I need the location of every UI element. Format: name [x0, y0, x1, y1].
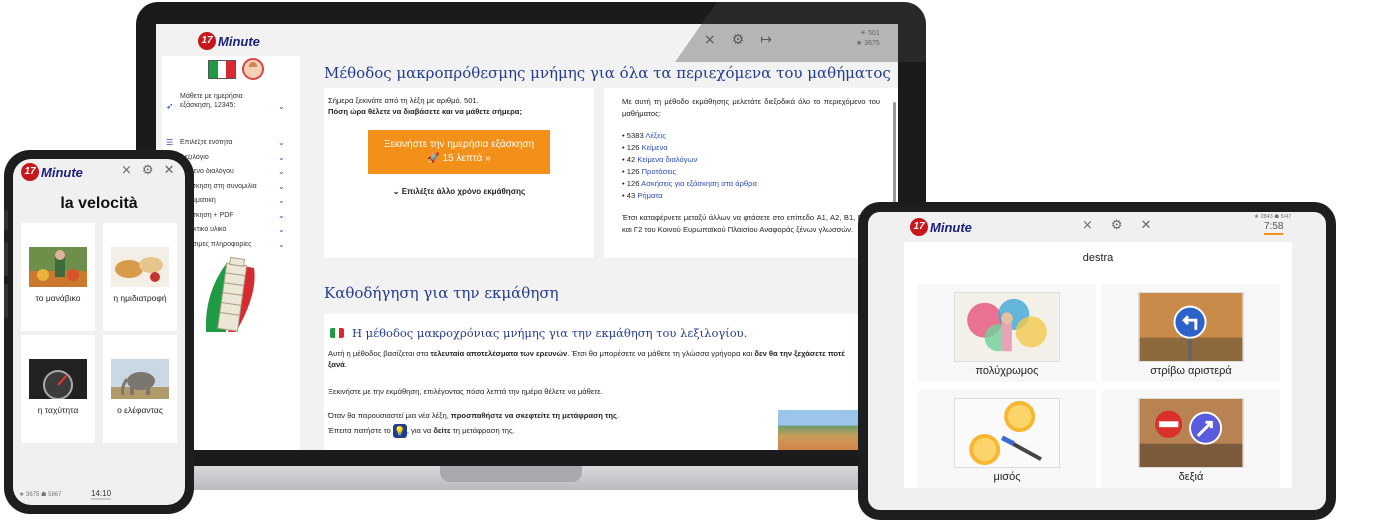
- phone-top-icons: ⨯ ⚙ ✕: [121, 162, 174, 178]
- laptop-notch: [440, 466, 582, 482]
- answer-tile[interactable]: η ταχύτητα: [21, 335, 95, 443]
- chevron-down-icon: ⌄: [278, 102, 285, 111]
- elephant-photo: [111, 359, 169, 399]
- phone-side-button: [4, 242, 8, 276]
- page-title: Μέθοδος μακροπρόθεσμης μνήμης για όλα τα…: [324, 64, 891, 82]
- phone-timer: 14:10: [91, 489, 112, 500]
- answer-tile[interactable]: η ημιδιατροφή: [103, 223, 177, 331]
- phone-screen: 17 Minute ⨯ ⚙ ✕ la velocità το μανάβικο: [13, 159, 185, 505]
- top-icons: ⨯ ⚙ ↦: [704, 31, 772, 48]
- breakfast-photo: [111, 247, 169, 287]
- logout-icon[interactable]: ↦: [760, 31, 772, 48]
- laptop-frame: 17 Minute ⨯ ⚙ ↦ ☀ 501 ★ 3675 ➶ Μάθετε με…: [136, 2, 926, 466]
- list-item: • 5383 Λέξεις: [622, 131, 666, 140]
- top-bar: 17 Minute ⨯ ⚙ ↦ ☀ 501 ★ 3675: [156, 24, 898, 56]
- content-stats-list: • 5383 Λέξεις • 126 Κείμενα • 42 Κείμενα…: [622, 130, 880, 202]
- phone-frame: 17 Minute ⨯ ⚙ ✕ la velocità το μανάβικο: [4, 150, 194, 514]
- question: Πόση ώρα θέλετε να διαβάσετε και να μάθε…: [328, 107, 522, 116]
- dialogues-link[interactable]: Κείμενα διαλόγων: [637, 155, 697, 164]
- list-item: • 42 Κείμενα διαλόγων: [622, 155, 698, 164]
- answer-tile[interactable]: το μανάβικο: [21, 223, 95, 331]
- grocery-photo: [29, 247, 87, 287]
- list-item: • 126 Κείμενα: [622, 143, 668, 152]
- mute-toggle-icon[interactable]: ⨯: [1082, 217, 1093, 233]
- sidebar-item-unit[interactable]: ☰ Επιλέξτε ενότητα ⌄: [166, 136, 294, 151]
- answer-tile[interactable]: μισός: [918, 390, 1096, 488]
- tablet-top-bar: 17 Minute ⨯ ⚙ ✕ ★ 2843 ☗ 5/47 7:58: [868, 212, 1326, 242]
- lightbulb-icon[interactable]: 💡: [392, 424, 407, 438]
- laptop-screen: 17 Minute ⨯ ⚙ ↦ ☀ 501 ★ 3675 ➶ Μάθετε με…: [156, 24, 898, 450]
- tablet-stats: ★ 2843 ☗ 5/47: [1254, 214, 1292, 220]
- daily-practice-card: Σήμερα ξεκινάτε από τη λέξη με αριθμό. 5…: [324, 88, 594, 258]
- chevron-down-icon: ⌄: [278, 138, 285, 147]
- answer-tile[interactable]: δεξιά: [1102, 390, 1280, 488]
- chevron-down-icon: ⌄: [278, 225, 285, 234]
- list-item: • 126 Ασκήσεις για εξάσκηση στα άρθρα: [622, 179, 757, 188]
- phone-word-title: la velocità: [60, 195, 138, 212]
- other-time-link[interactable]: ⌄ Επιλέξτε άλλο χρόνο εκμάθησης: [324, 186, 594, 197]
- chevron-down-icon: ⌄: [278, 210, 285, 220]
- close-icon[interactable]: ✕: [164, 162, 175, 178]
- course-content-card: Με αυτή τη μέθοδο εκμάθησης μελετάτε διε…: [604, 88, 898, 258]
- phone-status-bar: ★ 3675 ☗ 5867 14:10: [13, 485, 185, 505]
- guide-paragraph-2: Ξεκινήστε με την εκμάθηση, επιλέγοντας π…: [328, 387, 603, 396]
- phone-side-button: [4, 210, 8, 230]
- avatar[interactable]: [242, 58, 264, 80]
- close-icon[interactable]: ✕: [1141, 217, 1152, 233]
- guide-heading: Καθοδήγηση για την εκμάθηση: [324, 284, 559, 302]
- phone-side-button: [4, 284, 8, 318]
- list-item: • 43 Ρήματα: [622, 191, 663, 200]
- answer-tile[interactable]: πολύχρωμος: [918, 284, 1096, 382]
- phone-stats: ★ 3675 ☗ 5867: [19, 492, 62, 498]
- rocket-icon: ➶: [166, 101, 174, 111]
- articles-exercises-link[interactable]: Ασκήσεις για εξάσκηση στα άρθρα: [641, 179, 757, 188]
- words-link[interactable]: Λέξεις: [645, 131, 666, 140]
- tablet-screen: 17 Minute ⨯ ⚙ ✕ ★ 2843 ☗ 5/47 7:58 destr…: [868, 212, 1326, 510]
- guide-paragraph-3: Όταν θα παρουσιαστεί μια νέα λέξη, προσπ…: [328, 411, 620, 420]
- sentences-link[interactable]: Προτάσεις: [642, 167, 677, 176]
- guide-paragraph-1: Αυτή η μέθοδος βασίζεται στα τελευταία α…: [328, 349, 845, 369]
- start-line: Σήμερα ξεκινάτε από τη λέξη με αριθμό. 5…: [328, 96, 479, 105]
- turn-left-sign-photo: [1138, 292, 1244, 362]
- gear-icon[interactable]: ⚙: [732, 31, 745, 48]
- brand-logo[interactable]: 17 Minute: [21, 163, 83, 181]
- mute-toggle-icon[interactable]: ⨯: [121, 162, 132, 178]
- verbs-link[interactable]: Ρήματα: [637, 191, 662, 200]
- list-icon: ☰: [166, 138, 174, 147]
- user-stats: ☀ 501 ★ 3675: [856, 30, 880, 47]
- colorful-paint-photo: [954, 292, 1060, 362]
- coast-photo: [778, 410, 864, 450]
- half-orange-photo: [954, 398, 1060, 468]
- gear-icon[interactable]: ⚙: [142, 162, 154, 178]
- brand-logo[interactable]: 17 Minute: [198, 32, 260, 50]
- guide-card: Η μέθοδος μακροχρόνιας μνήμης για την εκ…: [324, 314, 898, 450]
- tablet-frame: 17 Minute ⨯ ⚙ ✕ ★ 2843 ☗ 5/47 7:58 destr…: [858, 202, 1336, 520]
- texts-link[interactable]: Κείμενα: [642, 143, 668, 152]
- start-daily-practice-button[interactable]: Ξεκινήστε την ημερήσια εξάσκηση 🚀 15 λεπ…: [368, 130, 550, 174]
- chevron-down-icon: ⌄: [278, 152, 285, 162]
- brand-logo[interactable]: 17 Minute: [910, 218, 972, 236]
- tablet-quiz-card: destra πολύχρωμος στρίβω αριστερά μισός …: [904, 242, 1292, 488]
- gear-icon[interactable]: ⚙: [1111, 217, 1123, 233]
- main-content: Μέθοδος μακροπρόθεσμης μνήμης για όλα τα…: [324, 56, 898, 450]
- quiz-word: destra: [1082, 252, 1114, 264]
- guide-paragraph-4: Έπειτα πατήστε το 💡, για να δείτε τη μετ…: [328, 424, 515, 438]
- right-turn-sign-photo: [1138, 398, 1244, 468]
- answer-tile[interactable]: ο ελέφαντας: [103, 335, 177, 443]
- guide-subheading: Η μέθοδος μακροχρόνιας μνήμης για την εκ…: [352, 326, 748, 340]
- chevron-down-icon: ⌄: [278, 167, 285, 176]
- tablet-top-icons: ⨯ ⚙ ✕: [1082, 217, 1151, 233]
- italian-flag-icon[interactable]: [208, 60, 236, 79]
- muted-speaker-icon[interactable]: ⨯: [704, 31, 716, 48]
- phone-top-bar: 17 Minute ⨯ ⚙ ✕: [13, 159, 185, 185]
- chevron-down-icon: ⌄: [278, 239, 285, 249]
- answer-tile[interactable]: στρίβω αριστερά: [1102, 284, 1280, 382]
- leaning-tower-illustration: [205, 256, 255, 332]
- list-item: • 126 Προτάσεις: [622, 167, 677, 176]
- chevron-down-icon: ⌄: [278, 181, 285, 191]
- speedometer-photo: [29, 359, 87, 399]
- tablet-timer: 7:58: [1264, 221, 1284, 235]
- chevron-down-icon: ⌄: [278, 196, 285, 205]
- italian-flag-icon: [330, 328, 344, 338]
